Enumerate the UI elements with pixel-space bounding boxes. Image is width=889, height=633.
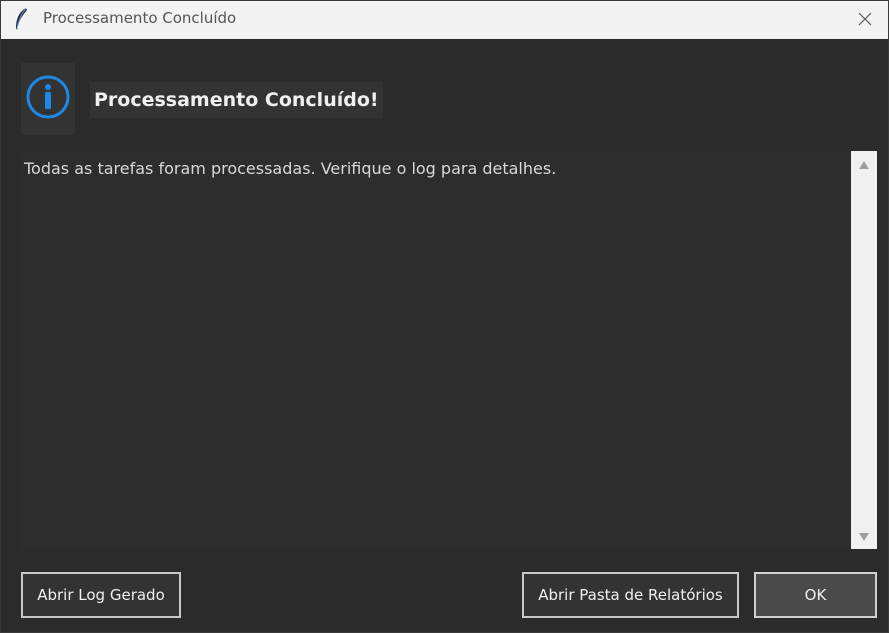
dialog-window: Processamento Concluído Processamento Co… bbox=[0, 0, 889, 633]
open-log-button[interactable]: Abrir Log Gerado bbox=[21, 572, 181, 618]
header-icon-container bbox=[21, 63, 75, 135]
info-icon bbox=[25, 74, 71, 124]
header-title: Processamento Concluído! bbox=[94, 89, 379, 111]
window-title: Processamento Concluído bbox=[43, 9, 237, 27]
title-bar[interactable]: Processamento Concluído bbox=[1, 1, 888, 39]
ok-button[interactable]: OK bbox=[754, 572, 877, 618]
header-title-container: Processamento Concluído! bbox=[90, 82, 383, 118]
feather-icon bbox=[13, 7, 29, 31]
message-text-area[interactable]: Todas as tarefas foram processadas. Veri… bbox=[21, 151, 850, 549]
scroll-down-arrow-icon bbox=[858, 527, 870, 546]
close-icon bbox=[858, 11, 872, 30]
vertical-scrollbar[interactable] bbox=[851, 151, 877, 549]
scroll-up-arrow-icon bbox=[858, 155, 870, 174]
open-reports-folder-button[interactable]: Abrir Pasta de Relatórios bbox=[522, 572, 739, 618]
message-text: Todas as tarefas foram processadas. Veri… bbox=[24, 159, 557, 178]
close-button[interactable] bbox=[842, 1, 888, 39]
scroll-up-button[interactable] bbox=[851, 154, 877, 174]
scroll-down-button[interactable] bbox=[851, 526, 877, 546]
